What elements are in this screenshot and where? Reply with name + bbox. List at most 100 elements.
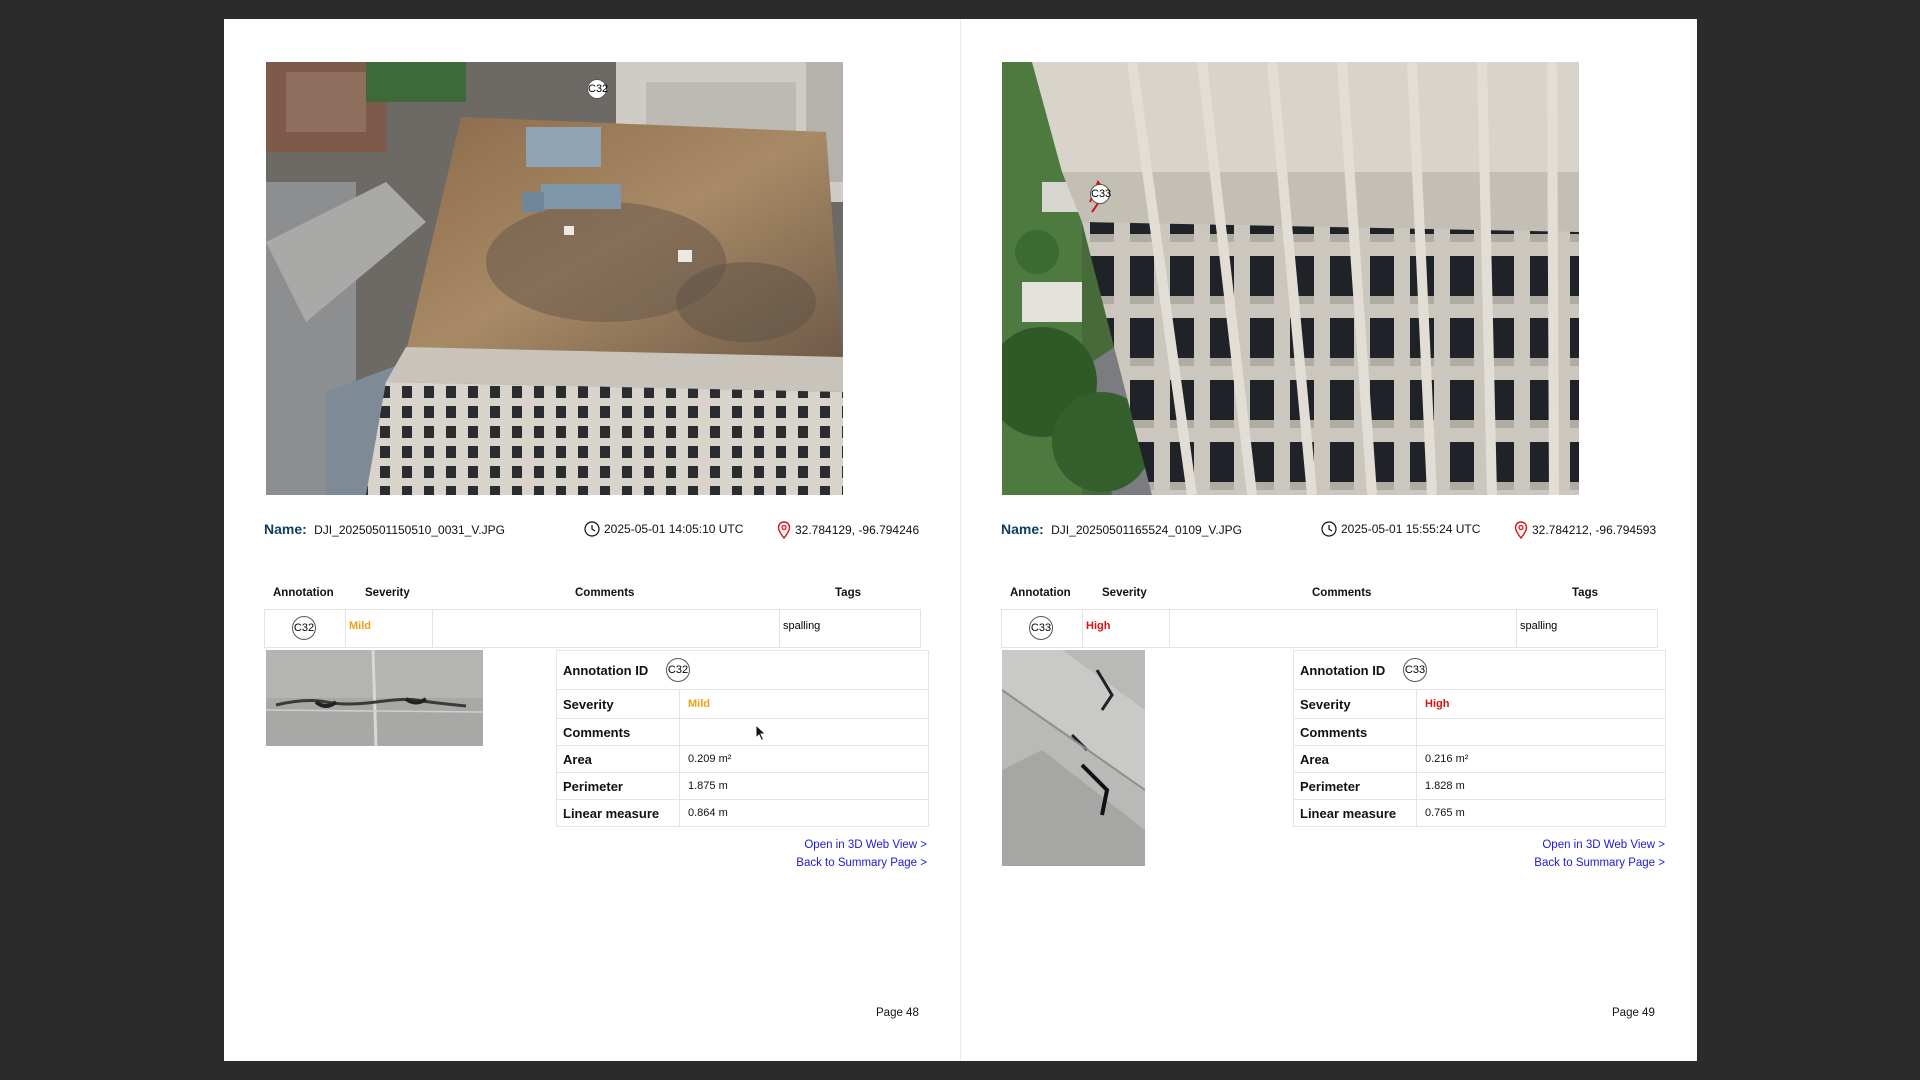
col-tags: Tags bbox=[835, 587, 861, 599]
back-to-summary-link[interactable]: Back to Summary Page > bbox=[1534, 854, 1665, 872]
clock-icon bbox=[584, 521, 600, 537]
detail-row-severity: Severity Mild bbox=[557, 690, 928, 719]
col-annotation: Annotation bbox=[1010, 587, 1071, 599]
back-to-summary-link[interactable]: Back to Summary Page > bbox=[796, 854, 927, 872]
annotation-cell: C33 bbox=[1002, 610, 1083, 647]
linear-measure-label: Linear measure bbox=[557, 800, 680, 826]
page-49: C33 Name: DJI_20250501165524_0109_V.JPG … bbox=[961, 19, 1697, 1061]
perimeter-label: Perimeter bbox=[557, 773, 680, 799]
timestamp: 2025-05-01 14:05:10 UTC bbox=[604, 522, 744, 536]
detail-row-perimeter: Perimeter 1.828 m bbox=[1294, 773, 1665, 800]
comments-cell bbox=[1170, 610, 1517, 647]
comments-label: Comments bbox=[1294, 719, 1417, 745]
detail-row-area: Area 0.216 m² bbox=[1294, 746, 1665, 773]
coordinates: 32.784129, -96.794246 bbox=[795, 523, 920, 537]
severity-value: High bbox=[1425, 698, 1450, 710]
page-number: Page 49 bbox=[1612, 1007, 1655, 1019]
annotation-id-badge[interactable]: C33 bbox=[1403, 658, 1427, 682]
col-severity: Severity bbox=[365, 587, 410, 599]
linear-measure-label: Linear measure bbox=[1294, 800, 1417, 826]
detail-row-linear: Linear measure 0.765 m bbox=[1294, 800, 1665, 826]
annotation-cell: C32 bbox=[265, 610, 346, 647]
capture-location: 32.784212, -96.794593 bbox=[1514, 521, 1656, 539]
linear-measure-value: 0.864 m bbox=[688, 807, 728, 819]
open-3d-web-view-link[interactable]: Open in 3D Web View > bbox=[796, 836, 927, 854]
defect-crop-image[interactable] bbox=[1002, 650, 1145, 866]
annotation-table-header: Annotation Severity Comments Tags bbox=[264, 585, 921, 605]
name-label: Name: bbox=[264, 521, 307, 537]
annotation-badge[interactable]: C32 bbox=[292, 616, 316, 640]
page-48: C32 Name: DJI_20250501150510_0031_V.JPG … bbox=[224, 19, 961, 1061]
annotation-marker-c33[interactable]: C33 bbox=[1090, 184, 1111, 204]
capture-time: 2025-05-01 15:55:24 UTC bbox=[1321, 521, 1480, 537]
annotation-badge[interactable]: C33 bbox=[1029, 616, 1053, 640]
detail-row-comments: Comments bbox=[557, 719, 928, 746]
photo-filename: DJI_20250501150510_0031_V.JPG bbox=[314, 523, 505, 537]
location-pin-icon bbox=[777, 521, 791, 539]
severity-value: Mild bbox=[688, 698, 710, 710]
linear-measure-value: 0.765 m bbox=[1425, 807, 1465, 819]
mouse-pointer-icon bbox=[755, 724, 767, 742]
severity-value: Mild bbox=[349, 620, 371, 632]
table-row[interactable]: C33 High spalling bbox=[1001, 609, 1658, 648]
perimeter-value: 1.875 m bbox=[688, 780, 728, 792]
comments-value bbox=[680, 719, 688, 745]
photo-metadata: Name: DJI_20250501150510_0031_V.JPG 2025… bbox=[264, 521, 924, 541]
detail-row-comments: Comments bbox=[1294, 719, 1665, 746]
tags-cell: spalling bbox=[780, 610, 919, 647]
timestamp: 2025-05-01 15:55:24 UTC bbox=[1341, 522, 1481, 536]
name-label: Name: bbox=[1001, 521, 1044, 537]
tag-value: spalling bbox=[783, 620, 821, 632]
annotation-table: Annotation Severity Comments Tags C33 Hi… bbox=[1001, 585, 1658, 648]
severity-label: Severity bbox=[1294, 690, 1417, 718]
annotation-id-badge-wrap: C32 bbox=[657, 651, 690, 689]
severity-cell: Mild bbox=[346, 610, 433, 647]
annotation-table: Annotation Severity Comments Tags C32 Mi… bbox=[264, 585, 921, 648]
capture-location: 32.784129, -96.794246 bbox=[777, 521, 919, 539]
area-label: Area bbox=[557, 746, 680, 772]
photo-name: Name: DJI_20250501165524_0109_V.JPG bbox=[1001, 521, 1242, 537]
col-annotation: Annotation bbox=[273, 587, 334, 599]
annotation-id-badge-wrap: C33 bbox=[1394, 651, 1427, 689]
comments-value bbox=[1417, 719, 1425, 745]
clock-icon bbox=[1321, 521, 1337, 537]
photo-filename: DJI_20250501165524_0109_V.JPG bbox=[1051, 523, 1242, 537]
capture-time: 2025-05-01 14:05:10 UTC bbox=[584, 521, 743, 537]
area-value: 0.209 m² bbox=[688, 753, 732, 765]
annotation-marker-c32[interactable]: C32 bbox=[587, 79, 608, 99]
defect-crop-image[interactable] bbox=[266, 650, 483, 746]
comments-label: Comments bbox=[557, 719, 680, 745]
photo-name: Name: DJI_20250501150510_0031_V.JPG bbox=[264, 521, 505, 537]
area-value: 0.216 m² bbox=[1425, 753, 1469, 765]
page-links: Open in 3D Web View > Back to Summary Pa… bbox=[1534, 836, 1665, 872]
annotation-detail-table: Annotation ID C32 Severity Mild Comments… bbox=[556, 650, 929, 827]
detail-row-linear: Linear measure 0.864 m bbox=[557, 800, 928, 826]
annotation-table-header: Annotation Severity Comments Tags bbox=[1001, 585, 1658, 605]
severity-value: High bbox=[1086, 620, 1111, 632]
annotation-detail-table: Annotation ID C33 Severity High Comments… bbox=[1293, 650, 1666, 827]
detail-row-severity: Severity High bbox=[1294, 690, 1665, 719]
col-tags: Tags bbox=[1572, 587, 1598, 599]
document-spread: C32 Name: DJI_20250501150510_0031_V.JPG … bbox=[224, 19, 1697, 1061]
severity-cell: High bbox=[1083, 610, 1170, 647]
facade-drone-photo[interactable]: C33 bbox=[1002, 62, 1579, 495]
annotation-id-label: Annotation ID bbox=[1300, 662, 1386, 678]
perimeter-label: Perimeter bbox=[1294, 773, 1417, 799]
photo-metadata: Name: DJI_20250501165524_0109_V.JPG 2025… bbox=[1001, 521, 1661, 541]
severity-label: Severity bbox=[557, 690, 680, 718]
annotation-id-badge[interactable]: C32 bbox=[666, 658, 690, 682]
tag-value: spalling bbox=[1520, 620, 1558, 632]
table-row[interactable]: C32 Mild spalling bbox=[264, 609, 921, 648]
page-number: Page 48 bbox=[876, 1007, 919, 1019]
coordinates: 32.784212, -96.794593 bbox=[1532, 523, 1657, 537]
open-3d-web-view-link[interactable]: Open in 3D Web View > bbox=[1534, 836, 1665, 854]
perimeter-value: 1.828 m bbox=[1425, 780, 1465, 792]
rooftop-drone-photo[interactable]: C32 bbox=[266, 62, 843, 495]
tags-cell: spalling bbox=[1517, 610, 1656, 647]
location-pin-icon bbox=[1514, 521, 1528, 539]
detail-row-area: Area 0.209 m² bbox=[557, 746, 928, 773]
detail-row-id: Annotation ID C33 bbox=[1294, 651, 1665, 690]
col-comments: Comments bbox=[575, 587, 635, 599]
area-label: Area bbox=[1294, 746, 1417, 772]
detail-row-perimeter: Perimeter 1.875 m bbox=[557, 773, 928, 800]
